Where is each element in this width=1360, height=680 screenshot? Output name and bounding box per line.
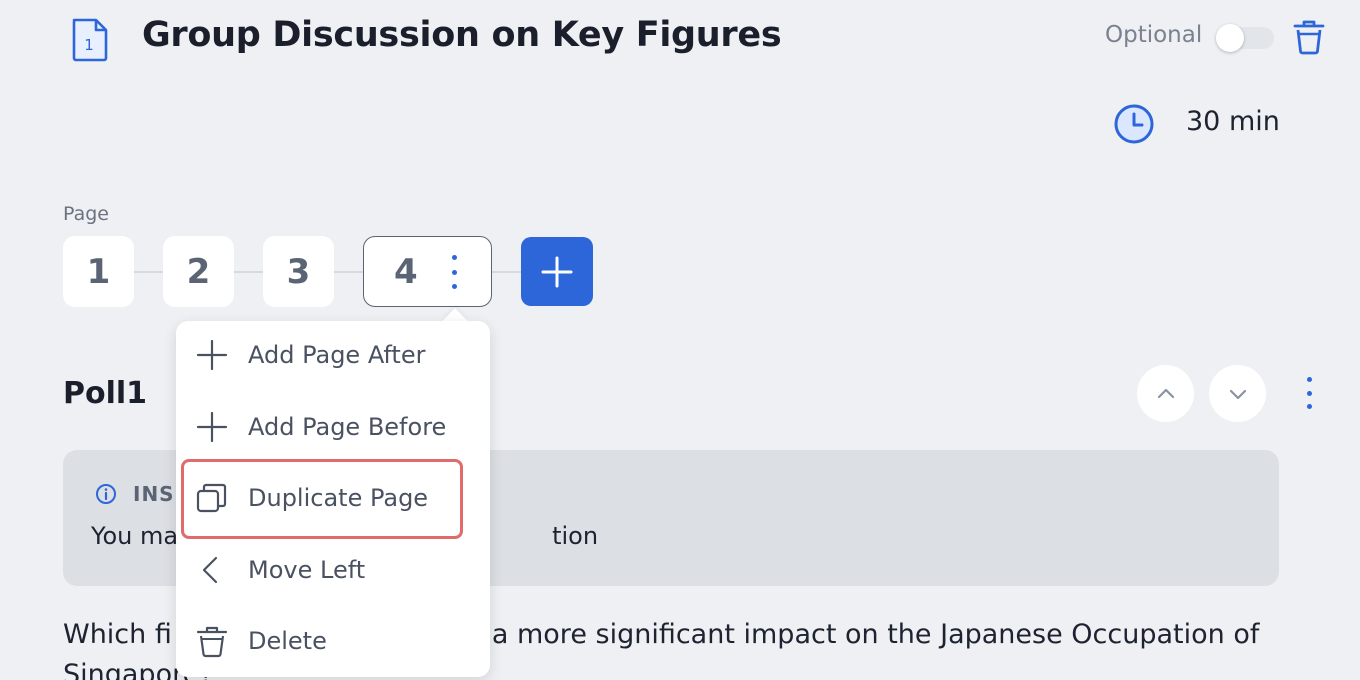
duration-value: 30 min <box>1186 106 1280 137</box>
add-page-button[interactable] <box>521 237 593 306</box>
move-down-button[interactable] <box>1209 365 1266 422</box>
optional-label: Optional <box>1105 22 1203 48</box>
menu-item-add-page-before[interactable]: Add Page Before <box>176 397 490 457</box>
optional-toggle[interactable] <box>1216 24 1274 52</box>
page-tab-1[interactable]: 1 <box>63 236 134 307</box>
delete-activity-button[interactable] <box>1292 18 1326 56</box>
toggle-knob <box>1216 24 1244 52</box>
page-tab-4-label: 4 <box>394 251 418 292</box>
instruction-text-start: You ma <box>91 522 179 550</box>
menu-item-label: Delete <box>248 627 327 655</box>
duplicate-icon <box>194 480 230 516</box>
menu-item-label: Add Page Before <box>248 413 447 441</box>
instruction-text-end: tion <box>552 522 599 550</box>
page-label: Page <box>63 203 109 225</box>
chevron-up-icon <box>1157 388 1174 398</box>
plus-icon <box>194 409 230 445</box>
menu-item-label: Move Left <box>248 556 366 584</box>
doc-icon-number: 1 <box>84 36 94 54</box>
question-end: a more significant impact on the Japanes… <box>491 619 1260 650</box>
menu-item-move-left[interactable]: Move Left <box>176 540 490 600</box>
menu-item-duplicate-page[interactable]: Duplicate Page <box>176 468 490 528</box>
plus-icon <box>541 256 573 287</box>
document-icon: 1 <box>72 18 108 62</box>
clock-icon <box>1114 104 1154 144</box>
page-tab-3[interactable]: 3 <box>263 236 334 307</box>
question-start: Which fi <box>63 619 172 650</box>
move-up-button[interactable] <box>1137 365 1194 422</box>
trash-icon <box>194 623 230 659</box>
poll-options-kebab-icon[interactable] <box>1303 377 1315 409</box>
plus-icon <box>194 337 230 373</box>
page-options-kebab-icon[interactable] <box>449 255 459 289</box>
activity-title: Group Discussion on Key Figures <box>142 15 782 55</box>
page-tab-4[interactable]: 4 <box>363 236 492 307</box>
instruction-label: INS <box>133 482 175 506</box>
page-tab-2[interactable]: 2 <box>163 236 234 307</box>
menu-item-label: Add Page After <box>248 341 426 369</box>
activity-editor: 1 Group Discussion on Key Figures Option… <box>0 0 1360 680</box>
menu-item-label: Duplicate Page <box>248 484 429 512</box>
info-icon <box>96 484 116 504</box>
menu-item-delete[interactable]: Delete <box>176 611 490 671</box>
chevron-down-icon <box>1229 389 1246 399</box>
chevron-left-icon <box>194 552 230 588</box>
menu-item-add-page-after[interactable]: Add Page After <box>176 325 490 385</box>
poll-title: Poll1 <box>63 376 148 411</box>
